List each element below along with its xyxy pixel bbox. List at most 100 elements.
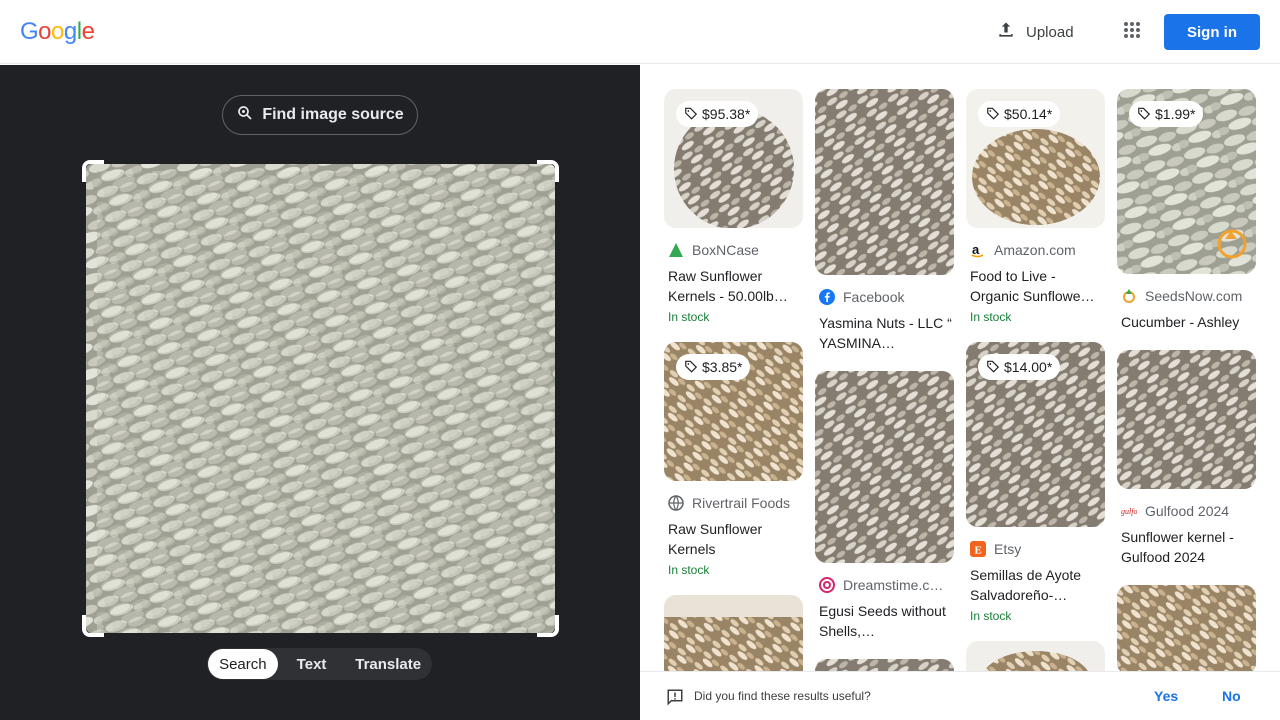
crop-handle-top-right[interactable]	[537, 160, 559, 182]
result-card[interactable]: Dreamstime.c… Egusi Seeds without Shells…	[815, 371, 954, 641]
result-title[interactable]: Yasmina Nuts - LLC “ YASMINA…	[815, 313, 954, 353]
upload-button[interactable]: Upload	[984, 12, 1086, 52]
logo-letter: G	[20, 18, 39, 45]
result-thumbnail[interactable]: $95.38*	[664, 89, 803, 228]
result-source: SeedsNow.com	[1117, 288, 1256, 304]
price-chip: $50.14*	[978, 101, 1061, 127]
svg-text:a: a	[972, 242, 980, 257]
logo-letter: o	[38, 18, 52, 45]
source-name: BoxNCase	[692, 242, 759, 258]
crop-handle-bottom-left[interactable]	[82, 615, 104, 637]
apps-grid-button[interactable]	[1112, 12, 1152, 52]
result-card[interactable]: Facebook Yasmina Nuts - LLC “ YASMINA…	[815, 89, 954, 353]
source-name: SeedsNow.com	[1145, 288, 1243, 304]
find-image-source-button[interactable]: Find image source	[222, 95, 418, 135]
result-thumbnail[interactable]	[815, 89, 954, 275]
upload-label: Upload	[1026, 23, 1074, 41]
result-title[interactable]: Food to Live - Organic Sunflowe…	[966, 266, 1105, 306]
stock-status: In stock	[668, 563, 710, 577]
tag-icon	[684, 359, 698, 376]
top-bar: Google Upload Sign in	[0, 0, 1280, 64]
result-card[interactable]: $14.00* E Etsy Semillas de Ayote Salvado…	[966, 342, 1105, 623]
result-title[interactable]: Raw Sunflower Kernels - 50.00lb…	[664, 266, 803, 306]
results-column: $95.38* BoxNCase Raw Sunflower Kernels -…	[664, 89, 803, 671]
price-label: $3.85*	[702, 359, 743, 375]
price-label: $95.38*	[702, 106, 751, 122]
result-card[interactable]: gulfo Gulfood 2024 Sunflower kernel - Gu…	[1117, 350, 1256, 567]
result-source: E Etsy	[966, 541, 1105, 557]
source-name: Gulfood 2024	[1145, 503, 1230, 519]
tab-search[interactable]: Search	[208, 649, 278, 679]
result-title[interactable]: Cucumber - Ashley	[1117, 312, 1256, 332]
price-label: $14.00*	[1004, 359, 1053, 375]
results-column: $1.99* SeedsNow.com Cucumber - Ashley gu…	[1117, 89, 1256, 671]
result-title[interactable]: Sunflower kernel - Gulfood 2024	[1117, 527, 1256, 567]
lens-mode-tabs: Search Text Translate	[207, 648, 432, 680]
apps-grid-icon	[1123, 21, 1141, 44]
stock-status: In stock	[970, 310, 1012, 324]
stock-status: In stock	[970, 609, 1012, 623]
result-thumbnail[interactable]	[1117, 350, 1256, 489]
etsy-icon: E	[970, 541, 986, 557]
result-thumbnail[interactable]: $3.85*	[664, 342, 803, 481]
globe-icon	[668, 495, 684, 511]
result-card[interactable]: $3.85* Rivertrail Foods Raw Sunflower Ke…	[664, 342, 803, 577]
crop-handle-top-left[interactable]	[82, 160, 104, 182]
seedsnow-icon	[1121, 288, 1137, 304]
source-name: Facebook	[843, 289, 905, 305]
tab-text[interactable]: Text	[278, 649, 346, 679]
result-card[interactable]: $95.38* BoxNCase Raw Sunflower Kernels -…	[664, 89, 803, 324]
result-source: gulfo Gulfood 2024	[1117, 503, 1256, 519]
crop-handle-bottom-right[interactable]	[537, 615, 559, 637]
query-image	[86, 164, 555, 633]
result-card[interactable]	[815, 659, 954, 671]
result-title[interactable]: Raw Sunflower Kernels	[664, 519, 803, 559]
google-logo[interactable]: Google	[20, 18, 95, 46]
price-chip: $95.38*	[676, 101, 759, 127]
result-card[interactable]	[664, 595, 803, 671]
result-thumbnail[interactable]	[815, 371, 954, 563]
result-source: Facebook	[815, 289, 954, 305]
gulfood-icon: gulfo	[1121, 503, 1137, 519]
tag-icon	[1137, 106, 1151, 123]
result-thumbnail[interactable]	[1117, 585, 1256, 671]
result-thumbnail[interactable]	[815, 659, 954, 671]
dreamstime-icon	[819, 577, 835, 593]
result-card[interactable]: $50.14* a Amazon.com Food to Live - Orga…	[966, 89, 1105, 324]
lens-image-panel: Find image source Search Text Translate	[0, 65, 640, 720]
result-card[interactable]	[1117, 585, 1256, 671]
result-thumbnail[interactable]: $50.14*	[966, 89, 1105, 228]
find-image-source-label: Find image source	[262, 106, 404, 123]
source-name: Etsy	[994, 541, 1022, 557]
result-title[interactable]: Semillas de Ayote Salvadoreño-…	[966, 565, 1105, 605]
result-source: a Amazon.com	[966, 242, 1105, 258]
feedback-yes-button[interactable]: Yes	[1154, 688, 1178, 704]
result-card[interactable]: $1.99* SeedsNow.com Cucumber - Ashley	[1117, 89, 1256, 332]
result-thumbnail[interactable]: $1.99*	[1117, 89, 1256, 274]
result-thumbnail[interactable]: $14.00*	[966, 342, 1105, 527]
logo-letter: e	[81, 18, 95, 45]
result-thumbnail[interactable]	[664, 595, 803, 671]
feedback-bar: Did you find these results useful? Yes N…	[640, 671, 1280, 720]
logo-letter: g	[63, 18, 77, 45]
crop-selection[interactable]	[82, 160, 559, 637]
image-search-icon	[236, 104, 254, 127]
feedback-no-button[interactable]: No	[1222, 688, 1241, 704]
feedback-icon	[666, 688, 684, 711]
tag-icon	[986, 359, 1000, 376]
source-name: Rivertrail Foods	[692, 495, 791, 511]
facebook-icon	[819, 289, 835, 305]
price-chip: $1.99*	[1129, 101, 1204, 127]
svg-text:gulfo: gulfo	[1121, 507, 1137, 516]
price-label: $50.14*	[1004, 106, 1053, 122]
tab-translate[interactable]: Translate	[345, 649, 431, 679]
tag-icon	[986, 106, 1000, 123]
source-name: Amazon.com	[994, 242, 1076, 258]
feedback-question: Did you find these results useful?	[694, 689, 871, 703]
result-thumbnail[interactable]	[966, 641, 1105, 671]
result-card[interactable]	[966, 641, 1105, 671]
result-title[interactable]: Egusi Seeds without Shells,…	[815, 601, 954, 641]
sign-in-button[interactable]: Sign in	[1164, 14, 1260, 50]
source-name: Dreamstime.c…	[843, 577, 944, 593]
amazon-icon: a	[970, 242, 986, 258]
